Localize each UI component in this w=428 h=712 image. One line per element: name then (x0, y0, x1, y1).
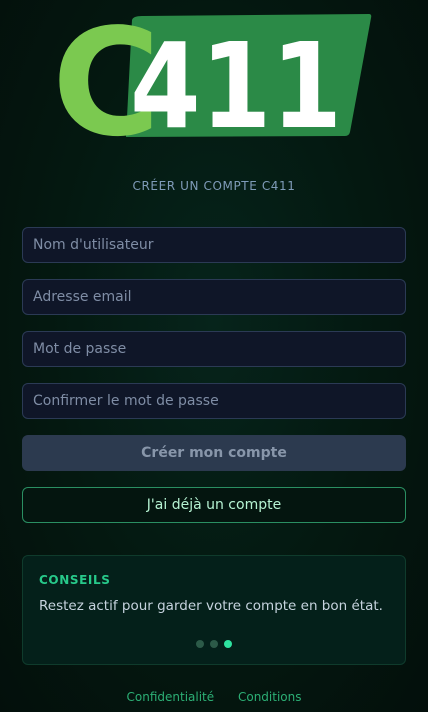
username-field[interactable] (22, 227, 406, 263)
privacy-link[interactable]: Confidentialité (127, 690, 215, 704)
existing-account-button[interactable]: J'ai déjà un compte (22, 487, 406, 523)
carousel-dot-3[interactable] (224, 640, 232, 648)
create-account-button[interactable]: Créer mon compte (22, 435, 406, 471)
c411-logo: C 411 (56, 14, 372, 138)
logo-graphic: C 411 (56, 14, 372, 138)
page-subtitle: CRÉER UN COMPTE C411 (132, 179, 296, 193)
carousel-dots (23, 640, 405, 648)
email-field[interactable] (22, 279, 406, 315)
carousel-dot-2[interactable] (210, 640, 218, 648)
tips-card: CONSEILS Restez actif pour garder votre … (22, 555, 406, 665)
terms-link[interactable]: Conditions (238, 690, 302, 704)
confirm-password-field[interactable] (22, 383, 406, 419)
password-field[interactable] (22, 331, 406, 367)
logo-number: 411 (130, 17, 342, 138)
footer: Confidentialité Conditions (0, 690, 428, 704)
tips-text: Restez actif pour garder votre compte en… (39, 598, 383, 614)
carousel-dot-1[interactable] (196, 640, 204, 648)
tips-title: CONSEILS (39, 573, 111, 587)
